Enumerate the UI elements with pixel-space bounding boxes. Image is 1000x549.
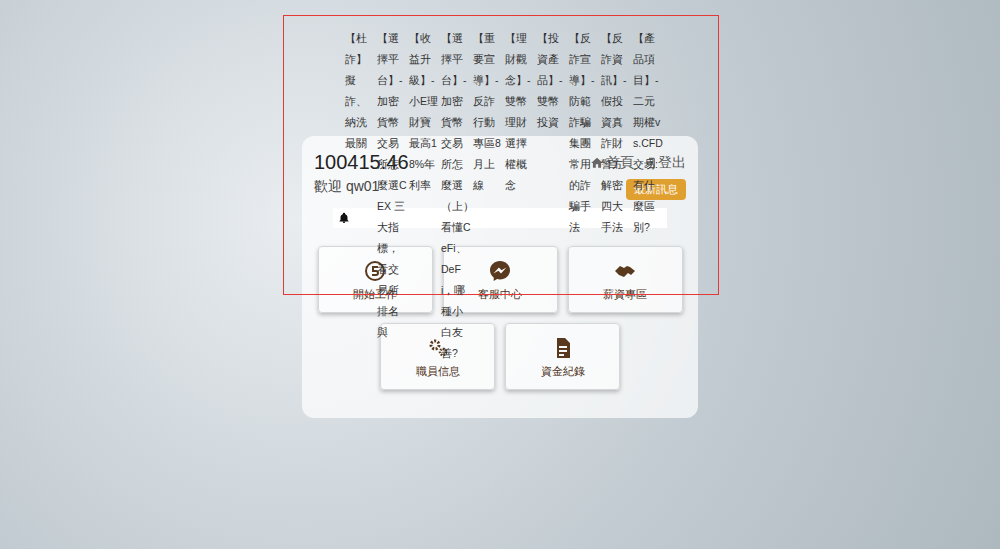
document-icon — [551, 336, 575, 360]
menu-button[interactable]: 客服中心 — [443, 246, 558, 313]
nav-label: 登出 — [658, 152, 686, 173]
news-item[interactable]: 【選擇平台】- 加密貨幣交易所怎麼選CEX 三大指標，看交易所排名與 — [377, 28, 409, 343]
news-item[interactable]: 【選擇平台】- 加密貨幣交易所怎麼選（上）看懂CeFi、DeFi，哪種小白友善? — [441, 28, 473, 364]
menu-label: 職員信息 — [416, 364, 460, 378]
news-list: 【杜詐】擬詐、納洗最關【選擇平台】- 加密貨幣交易所怎麼選CEX 三大指標，看交… — [345, 28, 665, 364]
menu-row: 職員信息 資金紀錄 — [302, 323, 698, 390]
menu-grid: 開始工作客服中心 薪資專區職員信息 資金紀錄 — [302, 246, 698, 390]
dashboard-card: 100415.46 歡迎 qw01 首頁登出 最新訊息 開始工作客服中心薪資專區… — [302, 136, 698, 418]
menu-label: 客服中心 — [478, 287, 522, 301]
news-item[interactable]: 【重要宣導】- 反詐行動專區8月上線 — [473, 28, 505, 196]
menu-button[interactable]: 職員信息 — [380, 323, 495, 390]
page: 100415.46 歡迎 qw01 首頁登出 最新訊息 開始工作客服中心薪資專區… — [0, 0, 1000, 549]
handshake-icon — [613, 259, 637, 283]
news-item[interactable]: 【產品項目】- 二元期權vs.CFD交易:有什麼區別? — [633, 28, 665, 238]
news-item[interactable]: 【收益升級】- 小E理財寶最高18%年利率 — [409, 28, 441, 196]
news-item[interactable]: 【反詐資訊】- 假投資真詐財警方解密四大手法 — [601, 28, 633, 238]
menu-row: 開始工作客服中心 薪資專區 — [302, 246, 698, 313]
menu-label: 資金紀錄 — [541, 364, 585, 378]
menu-button[interactable]: 資金紀錄 — [505, 323, 620, 390]
menu-label: 薪資專區 — [603, 287, 647, 301]
news-item[interactable]: 【理財觀念】- 雙幣理財選擇權概念 — [505, 28, 537, 196]
news-item[interactable]: 【反詐宣導】- 防範詐騙集團常用的詐騙手法 — [569, 28, 601, 238]
news-item[interactable]: 【投資產品】- 雙幣投資 — [537, 28, 569, 133]
bell-icon — [338, 212, 350, 224]
news-item[interactable]: 【杜詐】擬詐、納洗最關 — [345, 28, 377, 154]
messenger-icon — [488, 259, 512, 283]
menu-button[interactable]: 開始工作 — [318, 246, 433, 313]
menu-button[interactable]: 薪資專區 — [568, 246, 683, 313]
